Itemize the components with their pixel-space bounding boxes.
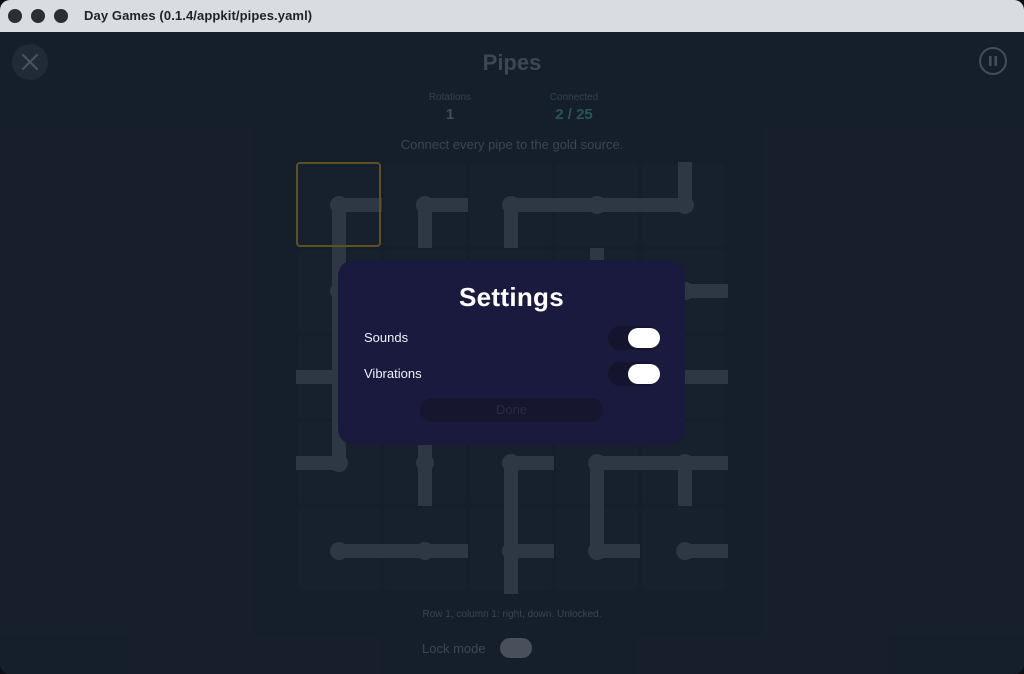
done-button[interactable]: Done (420, 398, 603, 422)
vibrations-setting-row: Vibrations (364, 362, 660, 386)
vibrations-toggle[interactable] (608, 362, 660, 386)
window-title: Day Games (0.1.4/appkit/pipes.yaml) (84, 8, 313, 23)
sounds-setting-row: Sounds (364, 326, 660, 350)
title-bar: Day Games (0.1.4/appkit/pipes.yaml) (0, 0, 1024, 33)
vibrations-label: Vibrations (364, 366, 422, 381)
vibrations-toggle-knob (628, 364, 660, 384)
settings-title: Settings (459, 282, 564, 312)
game-screen: Pipes Rotations 1 Connected 2 / 25 Conne… (0, 32, 1024, 674)
window-zoom-control[interactable] (54, 9, 68, 23)
sounds-label: Sounds (364, 330, 409, 345)
sounds-toggle[interactable] (608, 326, 660, 350)
window-close-control[interactable] (8, 9, 22, 23)
sounds-toggle-knob (628, 328, 660, 348)
window-minimize-control[interactable] (31, 9, 45, 23)
settings-dialog: Settings Sounds Vibrations Done (338, 260, 685, 445)
app-window: Day Games (0.1.4/appkit/pipes.yaml) Pipe… (0, 0, 1024, 674)
